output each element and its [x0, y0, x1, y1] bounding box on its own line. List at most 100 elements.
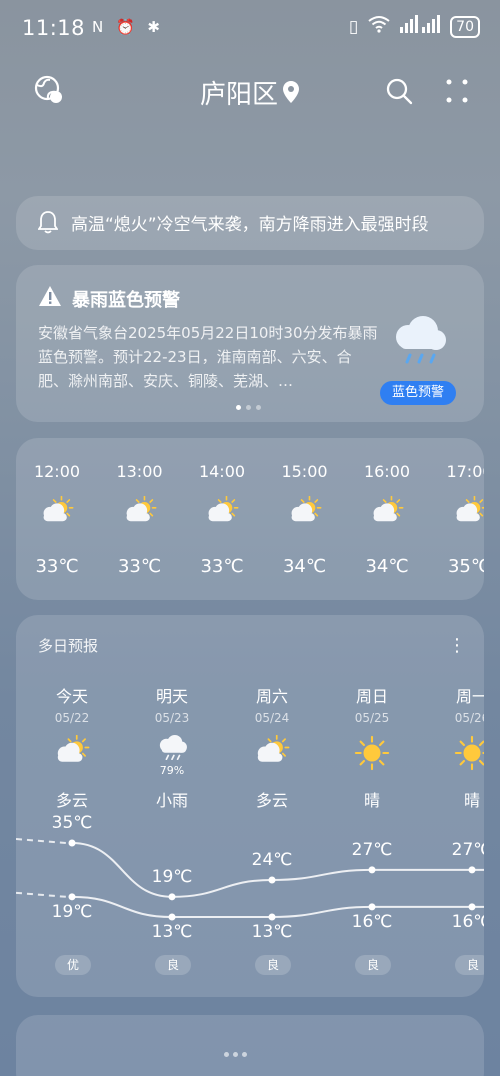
- day-date: 05/24: [254, 711, 290, 725]
- low-temp-label: 13℃: [151, 922, 193, 942]
- air-quality-badge: 优: [55, 955, 91, 975]
- low-temp-label: 16℃: [451, 911, 484, 932]
- day-date: 05/22: [54, 711, 90, 725]
- wifi-icon: [368, 15, 390, 38]
- day-date: 05/25: [354, 711, 390, 725]
- daily-forecast-card[interactable]: 多日预报 ⋮ 今天 05/22 多云 优明天 05/23 79% 小雨 良周六 …: [16, 615, 484, 997]
- day-condition: 多云: [55, 791, 88, 810]
- low-temp-point: [68, 893, 76, 901]
- hourly-temp: 33℃: [35, 556, 79, 577]
- hourly-temp: 33℃: [117, 556, 162, 577]
- day-condition: 多云: [255, 791, 288, 810]
- hourly-forecast-card[interactable]: 12:00 33℃ 13:00 33℃ 14:00 33℃ 15:00 34℃ 16:0…: [16, 438, 484, 600]
- hourly-time: 14:00: [198, 462, 246, 481]
- low-temp-label: 16℃: [351, 911, 393, 932]
- hourly-time: 16:00: [363, 462, 411, 481]
- partly-cloudy-icon: [205, 495, 239, 527]
- day-condition: 晴: [463, 791, 480, 810]
- warning-title: 暴雨蓝色预警: [72, 289, 180, 311]
- hourly-temp: 34℃: [282, 556, 327, 577]
- warning-description: 安徽省气象台2025年05月22日10时30分发布暴雨蓝色预警。预计22-23日…: [38, 324, 378, 390]
- page-dot: [233, 1052, 238, 1057]
- low-temp-past-line: [16, 891, 67, 898]
- partly-cloudy-icon: [123, 495, 157, 527]
- search-icon[interactable]: [385, 77, 413, 105]
- news-alert-strip[interactable]: 高温“熄火”冷空气来袭，南方降雨进入最强时段: [16, 196, 484, 250]
- precip-probability: 79%: [159, 764, 185, 777]
- carousel-dot: [246, 405, 251, 410]
- warning-triangle-icon: [38, 285, 62, 312]
- air-quality-badge: 良: [355, 955, 391, 975]
- carousel-dots: [236, 405, 261, 410]
- next-card[interactable]: [16, 1015, 484, 1076]
- hourly-time: 17:00: [446, 462, 484, 481]
- day-condition: 小雨: [155, 791, 188, 810]
- battery-indicator: 70: [450, 15, 480, 38]
- city-title[interactable]: 庐阳区: [0, 74, 500, 111]
- low-temp-label: 19℃: [51, 901, 93, 922]
- page-dot: [224, 1052, 229, 1057]
- air-quality-badge: 良: [455, 955, 484, 975]
- low-temp-label: 13℃: [251, 922, 293, 942]
- high-temp-label: 27℃: [451, 839, 484, 860]
- more-menu-icon[interactable]: [446, 77, 468, 105]
- status-bar: 11:18 N ⏰ ✱ ▯ 70: [0, 0, 500, 60]
- location-pin-icon: [282, 80, 300, 111]
- light-rain-icon: [154, 735, 190, 764]
- hourly-time: 15:00: [281, 462, 328, 481]
- air-quality-badge: 良: [155, 955, 191, 975]
- sunny-icon: [354, 735, 390, 775]
- status-time: 11:18: [22, 16, 86, 40]
- day-name: 周日: [355, 687, 388, 706]
- vibrate-icon: ▯: [348, 16, 359, 37]
- low-temp-point: [468, 903, 476, 911]
- high-temp-point: [468, 866, 476, 874]
- warning-level-badge: 蓝色预警: [380, 381, 456, 405]
- day-date: 05/26: [454, 711, 484, 725]
- low-temp-point: [368, 903, 376, 911]
- high-temp-point: [368, 866, 376, 874]
- alert-strip-text: 高温“熄火”冷空气来袭，南方降雨进入最强时段: [71, 215, 429, 235]
- top-bar: 庐阳区: [0, 72, 500, 112]
- page-dot: [242, 1052, 247, 1057]
- hourly-temp: 34℃: [365, 556, 409, 577]
- low-temp-point: [268, 913, 276, 921]
- city-name: 庐阳区: [199, 80, 278, 110]
- high-temp-label: 27℃: [351, 839, 393, 860]
- high-temp-point: [268, 876, 276, 884]
- air-quality-badge: 良: [255, 955, 291, 975]
- hourly-time: 12:00: [33, 462, 81, 481]
- carousel-dot: [256, 405, 261, 410]
- hourly-temp: 35℃: [447, 556, 484, 577]
- sunny-icon: [454, 735, 484, 775]
- partly-cloudy-icon: [288, 495, 322, 527]
- partly-cloudy-icon: [254, 734, 290, 768]
- day-name: 明天: [155, 687, 188, 706]
- low-temp-point: [168, 913, 176, 921]
- signal-icon: [400, 15, 441, 38]
- high-temp-point: [168, 893, 176, 901]
- high-temp-label: 35℃: [51, 813, 93, 833]
- high-temp-point: [68, 839, 76, 847]
- partly-cloudy-icon: [370, 495, 404, 527]
- hourly-time: 13:00: [116, 462, 163, 481]
- high-temp-past-line: [16, 838, 67, 844]
- high-temp-label: 24℃: [251, 850, 293, 870]
- page-indicator: [224, 1052, 247, 1057]
- rain-cloud-icon: [388, 315, 450, 369]
- day-name: 周一: [455, 687, 484, 706]
- notification-icons: N ⏰ ✱: [92, 18, 165, 36]
- carousel-dot: [236, 405, 241, 410]
- hourly-temp: 33℃: [200, 556, 244, 577]
- day-name: 今天: [55, 687, 88, 706]
- day-date: 05/23: [154, 711, 190, 725]
- day-condition: 晴: [363, 791, 380, 810]
- system-icons: ▯ 70: [349, 15, 480, 38]
- low-temp-line: [71, 895, 484, 918]
- day-name: 周六: [255, 687, 288, 706]
- high-temp-label: 19℃: [151, 866, 193, 887]
- warning-title-row: 暴雨蓝色预警: [38, 285, 180, 312]
- partly-cloudy-icon: [54, 734, 90, 768]
- partly-cloudy-icon: [453, 495, 484, 527]
- weather-warning-card[interactable]: 暴雨蓝色预警 安徽省气象台2025年05月22日10时30分发布暴雨蓝色预警。预…: [16, 265, 484, 422]
